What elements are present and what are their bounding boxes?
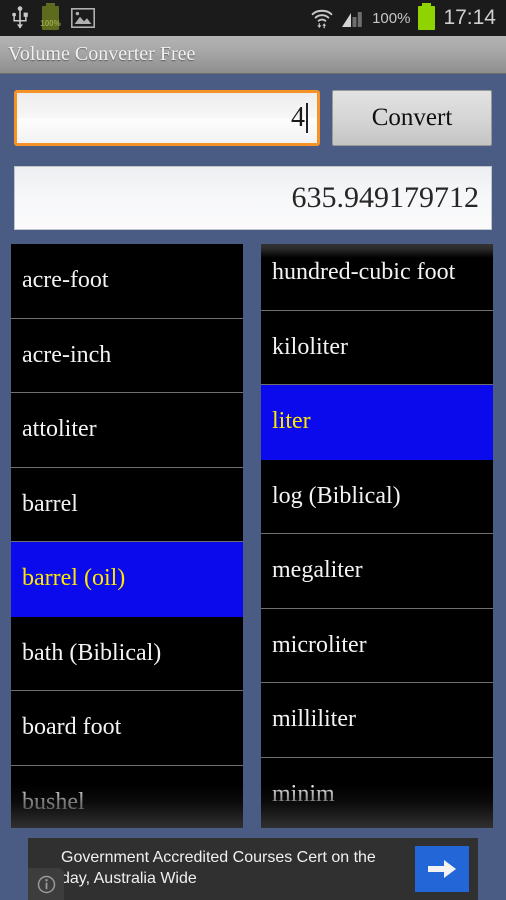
list-item-label: log (Biblical) — [272, 482, 401, 509]
list-item[interactable]: bath (Biblical) — [11, 616, 243, 691]
list-item-label: barrel (oil) — [22, 565, 126, 592]
ad-banner-body[interactable]: Government Accredited Courses Cert on th… — [28, 838, 478, 900]
list-item[interactable]: minim — [261, 757, 493, 828]
battery-charging-icon: 100% — [40, 3, 61, 30]
from-unit-list[interactable]: acre-foot acre-inch attoliter barrel barrel … — [11, 244, 243, 828]
list-item[interactable]: megaliter — [261, 534, 493, 609]
app-title-bar: Volume Converter Free — [0, 36, 506, 74]
battery-left-label: 100% — [40, 19, 61, 28]
to-list-items: hundred-cubic foot kiloliter liter log (Bib… — [261, 244, 493, 828]
arrow-right-icon[interactable] — [415, 846, 469, 892]
app-root: 100% 100% 17:14 Volume Converter Free 4 … — [0, 0, 506, 900]
list-item-label: hundred-cubic foot — [272, 259, 456, 286]
list-item-label: barrel — [22, 490, 78, 517]
list-item[interactable]: hundred-cubic foot — [261, 244, 493, 311]
convert-button[interactable]: Convert — [332, 90, 492, 146]
list-item-label: minim — [272, 780, 335, 807]
list-item[interactable]: barrel — [11, 467, 243, 542]
to-unit-list[interactable]: hundred-cubic foot kiloliter liter log (Bib… — [261, 244, 493, 828]
list-item-label: acre-inch — [22, 341, 112, 368]
list-item-label: kiloliter — [272, 333, 348, 360]
list-item-label: bath (Biblical) — [22, 639, 162, 666]
list-item[interactable]: kiloliter — [261, 310, 493, 385]
list-item[interactable]: log (Biblical) — [261, 459, 493, 534]
list-item[interactable]: barrel (oil) — [11, 542, 243, 617]
ad-banner[interactable]: Government Accredited Courses Cert on th… — [0, 834, 506, 900]
text-caret — [306, 103, 308, 133]
amount-input-value: 4 — [291, 102, 305, 133]
result-value: 635.949179712 — [291, 181, 480, 214]
wifi-icon — [310, 7, 334, 29]
unit-lists: acre-foot acre-inch attoliter barrel barrel … — [0, 244, 506, 828]
status-bar-left-icons: 100% — [10, 3, 95, 30]
list-item-label: board foot — [22, 714, 122, 741]
result-field[interactable]: 635.949179712 — [14, 166, 492, 230]
list-item-label: liter — [272, 408, 311, 435]
list-item-label: milliliter — [272, 706, 356, 733]
list-item[interactable]: acre-inch — [11, 318, 243, 393]
android-status-bar: 100% 100% 17:14 — [0, 0, 506, 36]
list-item-label: acre-foot — [22, 267, 109, 294]
list-item-label: attoliter — [22, 416, 97, 443]
list-item-label: microliter — [272, 631, 367, 658]
battery-percent-label: 100% — [372, 9, 411, 27]
list-item[interactable]: liter — [261, 385, 493, 460]
status-bar-clock: 17:14 — [443, 6, 496, 29]
list-item[interactable]: board foot — [11, 691, 243, 766]
list-item-label: bushel — [22, 788, 85, 815]
list-item[interactable]: attoliter — [11, 393, 243, 468]
list-item-label: megaliter — [272, 557, 363, 584]
list-item[interactable]: acre-foot — [11, 244, 243, 319]
info-icon[interactable] — [28, 868, 64, 900]
page-title: Volume Converter Free — [8, 43, 196, 65]
from-list-items: acre-foot acre-inch attoliter barrel barrel … — [11, 244, 243, 828]
battery-icon — [418, 3, 436, 30]
usb-icon — [10, 6, 30, 30]
gallery-image-icon — [71, 8, 95, 28]
ad-text: Government Accredited Courses Cert on th… — [61, 849, 376, 887]
converter-input-row: 4 Convert — [14, 90, 492, 146]
status-bar-right-icons: 100% 17:14 — [310, 3, 496, 30]
list-item[interactable]: microliter — [261, 608, 493, 683]
list-item[interactable]: bushel — [11, 765, 243, 828]
cellular-signal-icon — [342, 8, 364, 28]
list-item[interactable]: milliliter — [261, 683, 493, 758]
amount-input[interactable]: 4 — [14, 90, 320, 146]
